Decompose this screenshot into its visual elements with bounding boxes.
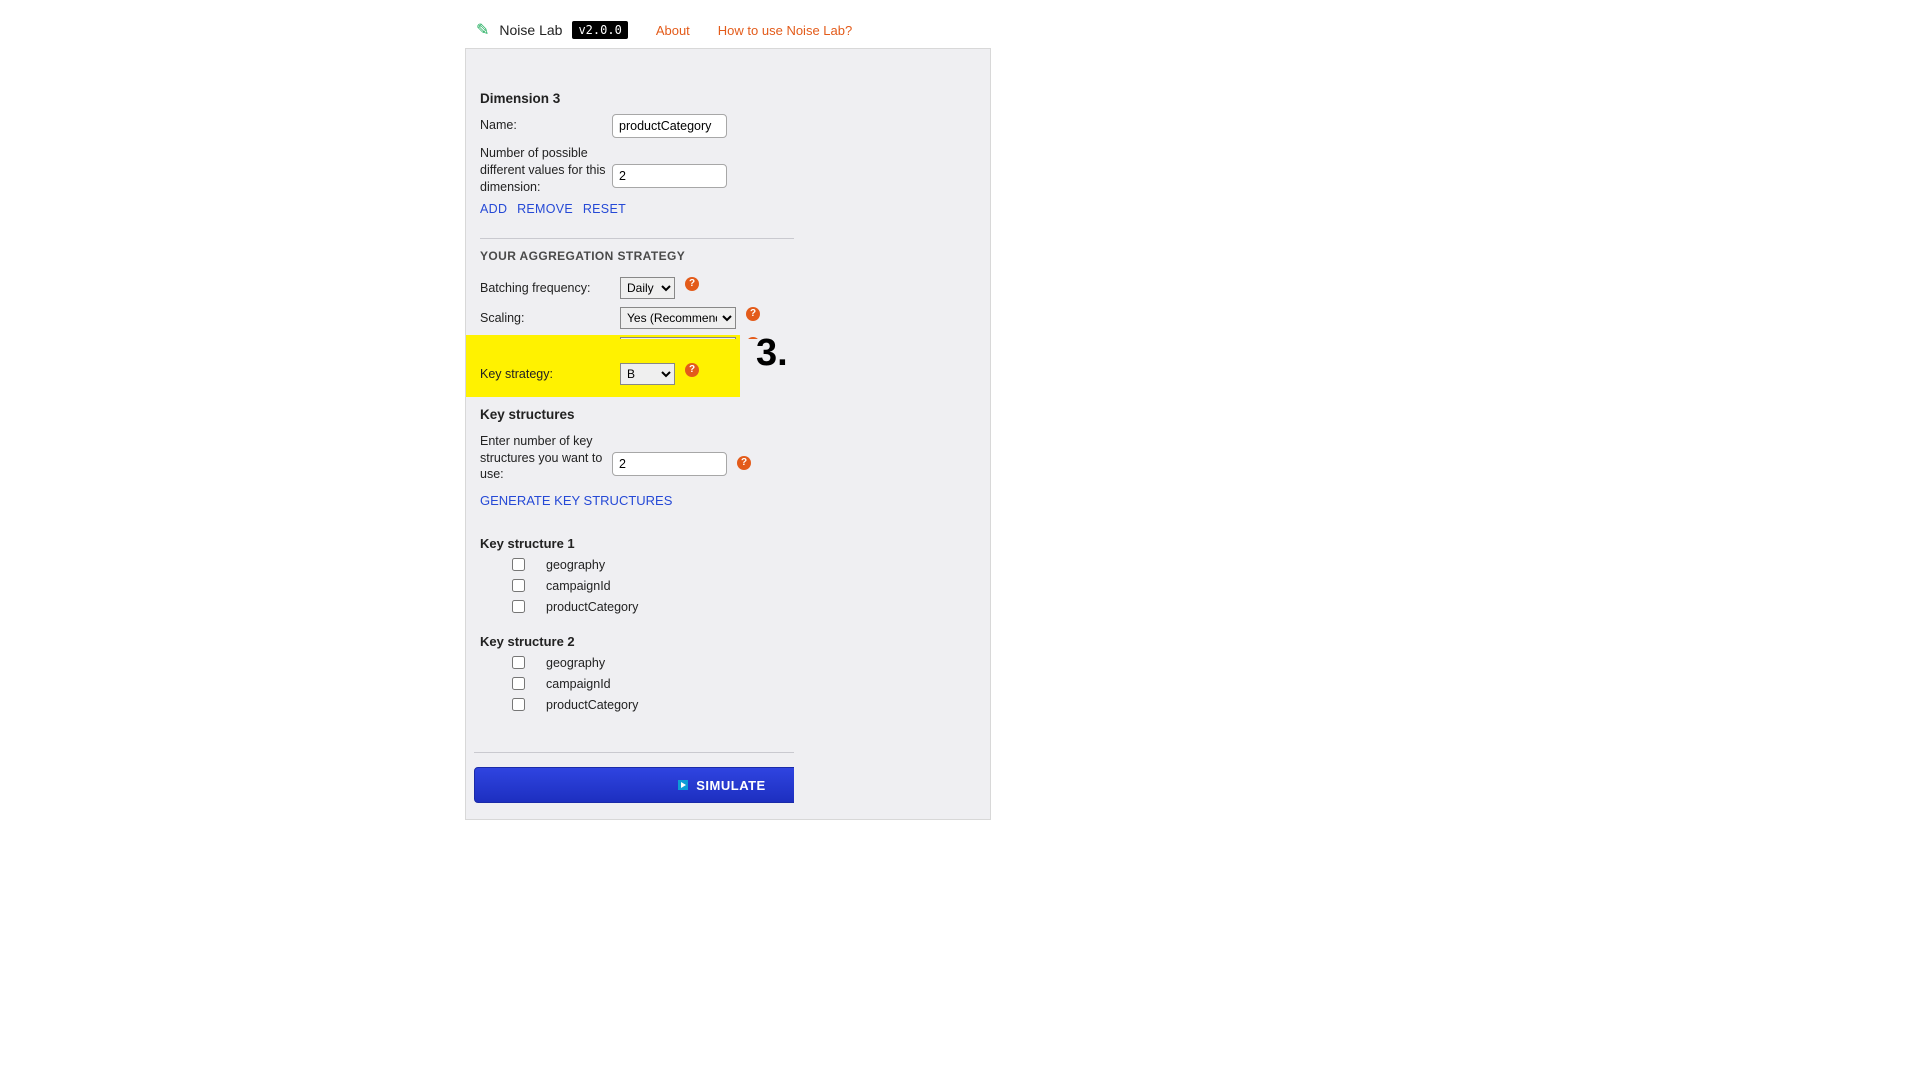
ks1-campaign-checkbox[interactable] [512,579,525,592]
key-strategy-select[interactable]: B [620,363,675,385]
ks-count-input[interactable] [612,452,727,476]
batching-select[interactable]: Daily [620,277,675,299]
ks2-campaign-label: campaignId [546,677,611,691]
scaling-label: Scaling: [480,307,614,327]
ks2-campaign-checkbox[interactable] [512,677,525,690]
dim3-name-label: Name: [480,114,606,134]
enter-ks-label: Enter number of key structures you want … [480,430,606,484]
nav-howto[interactable]: How to use Noise Lab? [718,23,852,38]
ks2-geography-label: geography [546,656,605,670]
dim3-count-label: Number of possible different values for … [480,142,606,196]
ks2-product-label: productCategory [546,698,638,712]
key-strategy-label: Key strategy: [480,363,614,383]
add-dimension-link[interactable]: ADD [480,202,507,216]
help-icon[interactable]: ? [685,363,699,377]
scaling-approach-label: Scaling approach: [480,337,614,339]
ks1-product-checkbox[interactable] [512,600,525,613]
play-icon [678,780,688,790]
ks1-geography-label: geography [546,558,605,572]
scaling-approach-row-cutoff: Scaling approach: ? [480,333,956,339]
help-icon[interactable]: ? [746,307,760,321]
ks1-geography-checkbox[interactable] [512,558,525,571]
scaling-approach-select[interactable] [620,337,736,339]
remove-dimension-link[interactable]: REMOVE [517,202,573,216]
app-name: Noise Lab [499,22,562,38]
app-header: ✎ Noise Lab v2.0.0 About How to use Nois… [476,20,852,40]
ks2-product-checkbox[interactable] [512,698,525,711]
ks1-product-label: productCategory [546,600,638,614]
dim3-count-input[interactable] [612,164,727,188]
annotation-step-3: 3. [756,332,788,375]
scaling-select[interactable]: Yes (Recommended) [620,307,736,329]
nav-about[interactable]: About [656,23,690,38]
batching-label: Batching frequency: [480,277,614,297]
pencil-icon: ✎ [476,20,489,40]
version-badge: v2.0.0 [572,21,627,39]
simulate-label: SIMULATE [696,778,765,793]
help-icon[interactable]: ? [685,277,699,291]
ks2-geography-checkbox[interactable] [512,656,525,669]
dim3-name-input[interactable] [612,114,727,138]
help-icon[interactable]: ? [737,456,751,470]
results-panel [794,48,991,820]
generate-key-structures-link[interactable]: GENERATE KEY STRUCTURES [480,493,672,508]
ks1-campaign-label: campaignId [546,579,611,593]
reset-dimension-link[interactable]: RESET [583,202,626,216]
